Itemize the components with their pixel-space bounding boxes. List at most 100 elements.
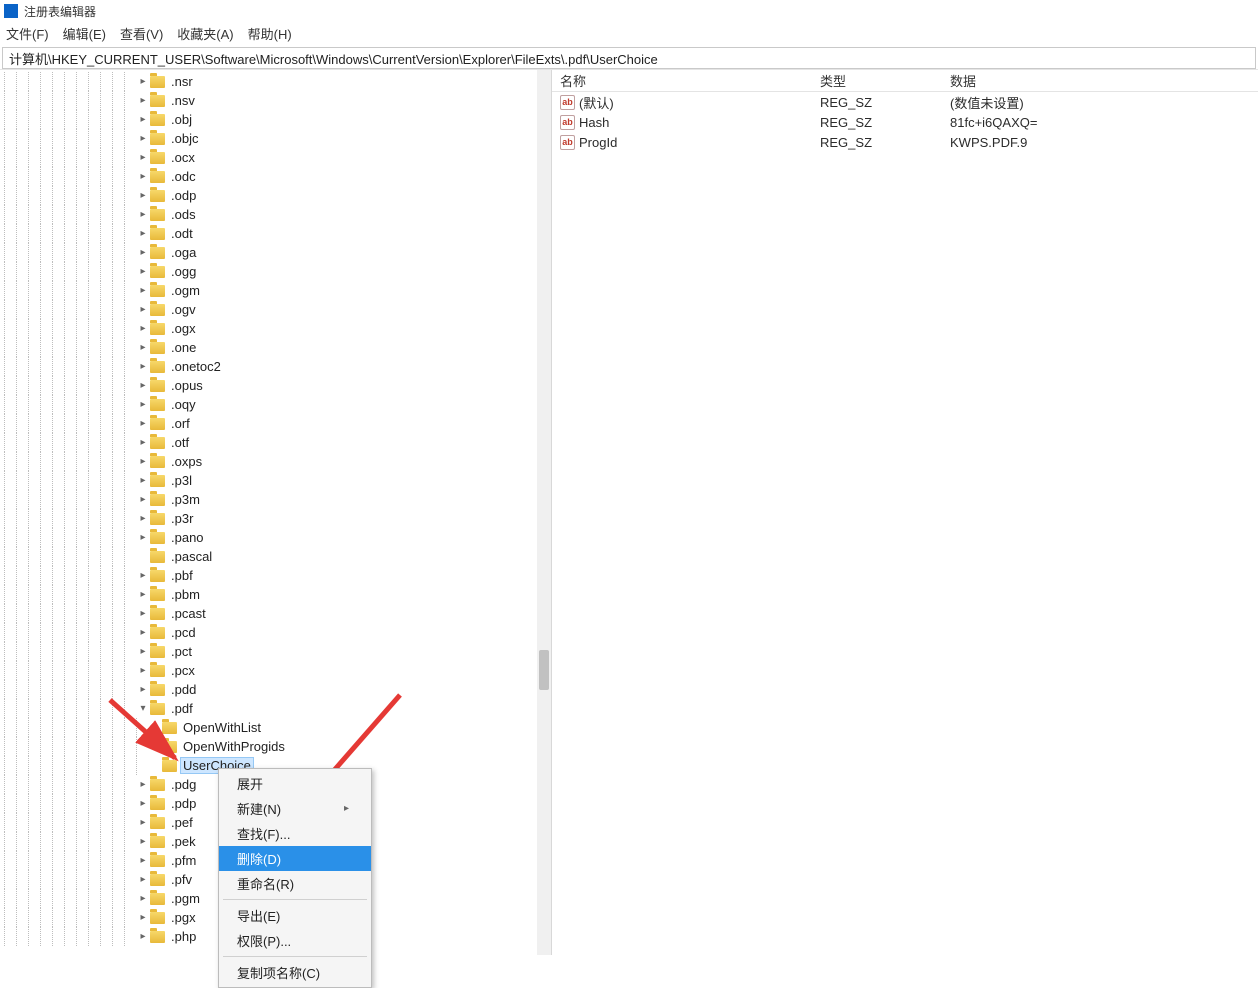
chevron-right-icon[interactable]: ▸ (136, 798, 150, 809)
chevron-right-icon[interactable]: ▸ (136, 893, 150, 904)
tree-item[interactable]: ▸.pct (4, 642, 551, 661)
chevron-right-icon[interactable]: ▸ (136, 380, 150, 391)
context-menu-item[interactable]: 重命名(R) (219, 871, 371, 896)
menu-help[interactable]: 帮助(H) (248, 24, 292, 43)
value-row[interactable]: abHashREG_SZ81fc+i6QAXQ= (552, 112, 1258, 132)
chevron-right-icon[interactable]: ▸ (136, 817, 150, 828)
address-bar[interactable]: 计算机\HKEY_CURRENT_USER\Software\Microsoft… (2, 47, 1256, 69)
context-menu-item[interactable]: 复制项名称(C) (219, 960, 371, 985)
context-menu-item[interactable]: 查找(F)... (219, 821, 371, 846)
chevron-right-icon[interactable]: ▸ (136, 323, 150, 334)
tree-item[interactable]: ▸.p3l (4, 471, 551, 490)
chevron-right-icon[interactable]: ▸ (136, 266, 150, 277)
tree-item[interactable]: ▸.odt (4, 224, 551, 243)
chevron-right-icon[interactable]: ▸ (136, 931, 150, 942)
context-menu-item[interactable]: 权限(P)... (219, 928, 371, 953)
chevron-right-icon[interactable]: ▸ (136, 874, 150, 885)
chevron-right-icon[interactable]: ▸ (136, 209, 150, 220)
tree-item[interactable]: ▸.pbm (4, 585, 551, 604)
tree-item[interactable]: ·.pascal (4, 547, 551, 566)
value-row[interactable]: abProgIdREG_SZKWPS.PDF.9 (552, 132, 1258, 152)
menu-favorites[interactable]: 收藏夹(A) (177, 24, 233, 43)
tree-item[interactable]: ▸.pano (4, 528, 551, 547)
menu-file[interactable]: 文件(F) (6, 24, 49, 43)
chevron-right-icon[interactable]: ▸ (136, 399, 150, 410)
chevron-right-icon[interactable]: ▸ (136, 494, 150, 505)
chevron-right-icon[interactable]: ▸ (136, 608, 150, 619)
tree-scrollbar[interactable] (537, 70, 551, 955)
tree-item[interactable]: ▸.odc (4, 167, 551, 186)
col-name[interactable]: 名称 (552, 70, 812, 92)
chevron-right-icon[interactable]: ▸ (136, 627, 150, 638)
scroll-thumb[interactable] (539, 650, 549, 690)
tree-item[interactable]: ▸.nsv (4, 91, 551, 110)
tree-item[interactable]: ▸.one (4, 338, 551, 357)
chevron-right-icon[interactable]: ▸ (136, 912, 150, 923)
tree-item[interactable]: ▸.pdd (4, 680, 551, 699)
tree-item[interactable]: ▸.ogm (4, 281, 551, 300)
tree-item[interactable]: ▸.nsr (4, 72, 551, 91)
value-header[interactable]: 名称 类型 数据 (552, 70, 1258, 92)
chevron-right-icon[interactable]: ▸ (136, 570, 150, 581)
value-row[interactable]: ab(默认)REG_SZ(数值未设置) (552, 92, 1258, 112)
chevron-right-icon[interactable]: ▸ (136, 836, 150, 847)
chevron-right-icon[interactable]: ▸ (136, 114, 150, 125)
chevron-right-icon[interactable]: ▸ (136, 190, 150, 201)
tree-item[interactable]: ▾.pdf (4, 699, 551, 718)
chevron-right-icon[interactable]: ▸ (136, 228, 150, 239)
chevron-right-icon[interactable]: ▸ (136, 171, 150, 182)
chevron-right-icon[interactable]: ▸ (136, 152, 150, 163)
menu-edit[interactable]: 编辑(E) (63, 24, 106, 43)
chevron-right-icon[interactable]: ▸ (136, 76, 150, 87)
tree-item[interactable]: ▸.ogg (4, 262, 551, 281)
tree-item[interactable]: ▸.ods (4, 205, 551, 224)
tree-item[interactable]: ▸.pbf (4, 566, 551, 585)
tree-item[interactable]: ▸.orf (4, 414, 551, 433)
tree-item[interactable]: ▸.objc (4, 129, 551, 148)
tree-item[interactable]: ▸.pcd (4, 623, 551, 642)
context-menu-item[interactable]: 展开 (219, 771, 371, 796)
chevron-right-icon[interactable]: ▸ (136, 855, 150, 866)
chevron-right-icon[interactable]: ▸ (136, 456, 150, 467)
context-menu-item[interactable]: 新建(N)▸ (219, 796, 371, 821)
tree-item[interactable]: ▸.opus (4, 376, 551, 395)
tree-item[interactable]: ▸.oxps (4, 452, 551, 471)
chevron-right-icon[interactable]: ▸ (136, 532, 150, 543)
tree-item[interactable]: ▸.pcast (4, 604, 551, 623)
menu-view[interactable]: 查看(V) (120, 24, 163, 43)
col-type[interactable]: 类型 (812, 70, 942, 92)
chevron-right-icon[interactable]: ▸ (136, 665, 150, 676)
chevron-down-icon[interactable]: ▾ (136, 703, 150, 714)
tree-item[interactable]: ▸.p3r (4, 509, 551, 528)
tree-item[interactable]: ▸.ocx (4, 148, 551, 167)
tree-item[interactable]: ·OpenWithProgids (4, 737, 551, 756)
chevron-right-icon[interactable]: ▸ (136, 589, 150, 600)
tree-item[interactable]: ▸.odp (4, 186, 551, 205)
chevron-right-icon[interactable]: ▸ (136, 513, 150, 524)
chevron-right-icon[interactable]: ▸ (136, 684, 150, 695)
chevron-right-icon[interactable]: ▸ (136, 475, 150, 486)
context-menu-item[interactable]: 导出(E) (219, 903, 371, 928)
chevron-right-icon[interactable]: ▸ (136, 437, 150, 448)
context-menu-item[interactable]: 删除(D) (219, 846, 371, 871)
tree-item[interactable]: ▸.ogv (4, 300, 551, 319)
chevron-right-icon[interactable]: ▸ (136, 418, 150, 429)
chevron-right-icon[interactable]: ▸ (136, 646, 150, 657)
chevron-right-icon[interactable]: ▸ (136, 342, 150, 353)
tree-item[interactable]: ·OpenWithList (4, 718, 551, 737)
tree-item[interactable]: ▸.oqy (4, 395, 551, 414)
tree-item[interactable]: ▸.pcx (4, 661, 551, 680)
chevron-right-icon[interactable]: ▸ (136, 247, 150, 258)
chevron-right-icon[interactable]: ▸ (136, 361, 150, 372)
tree-item[interactable]: ▸.ogx (4, 319, 551, 338)
tree-item[interactable]: ▸.obj (4, 110, 551, 129)
chevron-right-icon[interactable]: ▸ (136, 304, 150, 315)
tree-item[interactable]: ▸.onetoc2 (4, 357, 551, 376)
tree-item[interactable]: ▸.p3m (4, 490, 551, 509)
tree-item[interactable]: ▸.oga (4, 243, 551, 262)
chevron-right-icon[interactable]: ▸ (136, 779, 150, 790)
col-data[interactable]: 数据 (942, 70, 1258, 92)
tree-item[interactable]: ▸.otf (4, 433, 551, 452)
chevron-right-icon[interactable]: ▸ (136, 285, 150, 296)
chevron-right-icon[interactable]: ▸ (136, 95, 150, 106)
